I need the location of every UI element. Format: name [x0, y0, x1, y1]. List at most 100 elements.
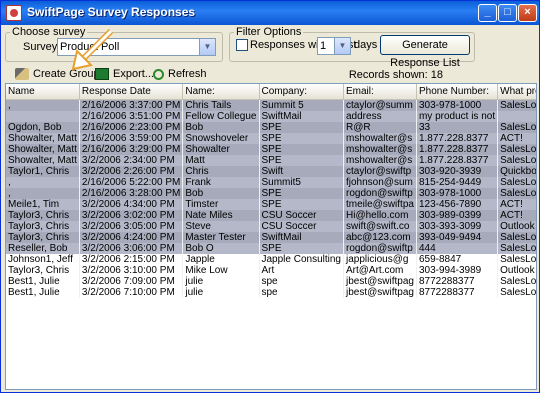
table-cell: Japple Consulting — [259, 253, 344, 265]
column-header[interactable]: Name — [6, 84, 80, 100]
maximize-button[interactable]: □ — [498, 4, 517, 22]
survey-select-value: Product Poll — [60, 41, 120, 53]
table-cell: SalesLogix, ACT! — [497, 187, 536, 199]
responses-table: Name Response Date Name: Company: Email: Phon… — [6, 84, 536, 298]
table-cell: Taylor3, Chris — [6, 231, 80, 243]
table-cell: 3/2/2006 3:10:00 PM — [79, 264, 184, 276]
table-cell: Japple — [182, 253, 260, 265]
table-cell: my product is not — [416, 110, 499, 122]
table-cell: 2/16/2006 3:37:00 PM — [79, 99, 184, 111]
table-cell: Showalter — [182, 143, 260, 155]
table-cell: Art — [259, 264, 344, 276]
table-cell: Timster — [182, 198, 260, 210]
table-row[interactable]: Ogdon, Bob 2/16/2006 2:23:00 PM Bob SPE R@R 3… — [6, 121, 536, 133]
table-cell: Taylor3, Chris — [6, 220, 80, 232]
survey-select[interactable]: Product Poll ▼ — [57, 38, 216, 56]
table-cell: 33 — [416, 121, 499, 133]
table-cell: 1.877.228.8377 — [416, 132, 499, 144]
table-row[interactable]: Showalter, Matt 3/2/2006 2:34:00 PM Matt SP… — [6, 154, 536, 166]
table-cell: rogdon@swiftp — [343, 187, 417, 199]
table-cell: 3/2/2006 2:34:00 PM — [79, 154, 184, 166]
column-header[interactable]: Response Date — [79, 84, 184, 100]
table-cell: SalesLogix, ACT! — [497, 121, 536, 133]
table-cell — [6, 110, 80, 122]
table-row[interactable]: Showalter, Matt 2/16/2006 3:29:00 PM Showa… — [6, 143, 536, 155]
column-header[interactable]: Email: — [343, 84, 417, 100]
table-cell: Johnson1, Jeff — [6, 253, 80, 265]
table-cell: mshowalter@s — [343, 154, 417, 166]
export-button[interactable]: Export... — [95, 65, 154, 83]
table-cell: rogdon@swiftp — [343, 242, 417, 254]
table-cell: Best1, Julie — [6, 286, 80, 298]
table-cell: jbest@swiftpag — [343, 275, 417, 287]
column-header[interactable]: Company: — [259, 84, 344, 100]
table-cell: SalesLogix — [497, 253, 536, 265]
table-cell: mshowalter@s — [343, 132, 417, 144]
table-row[interactable]: 2/16/2006 3:51:00 PM Fellow Collegue Swift… — [6, 110, 536, 122]
table-row[interactable]: Reseller, Bob 3/2/2006 3:06:00 PM Bob O SPE… — [6, 242, 536, 254]
table-cell: Taylor3, Chris — [6, 264, 80, 276]
table-cell: Summit5 — [259, 176, 344, 188]
table-row[interactable]: Taylor3, Chris 3/2/2006 3:02:00 PM Nate Mi… — [6, 209, 536, 221]
column-header[interactable]: Name: — [182, 84, 260, 100]
table-cell: Meile1, Tim — [6, 198, 80, 210]
table-cell — [497, 110, 536, 122]
responses-grid[interactable]: Name Response Date Name: Company: Email: Phon… — [5, 83, 537, 390]
table-cell: Master Tester — [182, 231, 260, 243]
title-bar[interactable]: SwiftPage Survey Responses _ □ × — [1, 1, 539, 25]
table-cell: 8772288377 — [416, 275, 499, 287]
choose-survey-legend: Choose survey — [12, 26, 86, 38]
table-cell: 2/16/2006 3:51:00 PM — [79, 110, 184, 122]
table-cell: tmeile@swiftpa — [343, 198, 417, 210]
table-cell: Best1, Julie — [6, 275, 80, 287]
table-header-row: Name Response Date Name: Company: Email: Phon… — [6, 84, 536, 100]
column-header[interactable]: Phone Number: — [416, 84, 499, 100]
table-cell: ACT! — [497, 198, 536, 210]
table-row[interactable]: Taylor3, Chris 3/2/2006 3:05:00 PM Steve CS… — [6, 220, 536, 232]
table-cell: 3/2/2006 2:26:00 PM — [79, 165, 184, 177]
column-header[interactable]: What products are you i... — [497, 84, 536, 100]
table-cell: Reseller, Bob — [6, 242, 80, 254]
refresh-icon — [153, 68, 164, 80]
table-cell: 3/2/2006 7:10:00 PM — [79, 286, 184, 298]
table-row[interactable]: Taylor1, Chris 3/2/2006 2:26:00 PM Chris Sw… — [6, 165, 536, 177]
table-cell: Snowshoveler — [182, 132, 260, 144]
table-cell: SalesLogix, ACT!, Outlook — [497, 286, 536, 298]
table-cell: mshowalter@s — [343, 143, 417, 155]
table-cell: SalesLogix, ACT!, Outlook — [497, 275, 536, 287]
table-cell: Taylor1, Chris — [6, 165, 80, 177]
generate-response-list-button[interactable]: Generate Response List — [380, 35, 470, 69]
table-row[interactable]: , 2/16/2006 5:22:00 PM Frank Summit5 fjohnso… — [6, 176, 536, 188]
chevron-down-icon[interactable]: ▼ — [199, 39, 215, 55]
table-cell: 444 — [416, 242, 499, 254]
close-button[interactable]: × — [518, 4, 537, 22]
table-cell: Taylor3, Chris — [6, 209, 80, 221]
table-row[interactable]: Meile1, Tim 3/2/2006 4:34:00 PM Timster SPE… — [6, 198, 536, 210]
minimize-button[interactable]: _ — [478, 4, 497, 22]
table-cell: abc@123.com — [343, 231, 417, 243]
table-cell: 3/2/2006 2:15:00 PM — [79, 253, 184, 265]
chevron-down-icon[interactable]: ▼ — [334, 38, 350, 54]
refresh-button[interactable]: Refresh — [153, 65, 207, 83]
table-cell: Nate Miles — [182, 209, 260, 221]
table-cell: 3/2/2006 4:24:00 PM — [79, 231, 184, 243]
table-row[interactable]: Best1, Julie 3/2/2006 7:10:00 PM julie spe j… — [6, 286, 536, 298]
table-row[interactable]: Best1, Julie 3/2/2006 7:09:00 PM julie spe j… — [6, 275, 536, 287]
table-cell: 123-456-7890 — [416, 198, 499, 210]
table-cell: Swift — [259, 165, 344, 177]
table-cell: SalesLogix, ACT! — [497, 242, 536, 254]
excel-icon — [95, 68, 109, 81]
table-row[interactable]: , 2/16/2006 3:37:00 PM Chris Tails Summit 5… — [6, 99, 536, 111]
table-row[interactable]: , 2/16/2006 3:28:00 PM Bob SPE rogdon@swiftp… — [6, 187, 536, 199]
days-select-value: 1 — [320, 40, 327, 52]
table-cell: SPE — [259, 187, 344, 199]
table-cell: ACT! — [497, 209, 536, 221]
table-row[interactable]: Taylor3, Chris 3/2/2006 4:24:00 PM Master … — [6, 231, 536, 243]
table-cell: 3/2/2006 3:06:00 PM — [79, 242, 184, 254]
responses-within-checkbox[interactable] — [236, 39, 248, 51]
table-row[interactable]: Taylor3, Chris 3/2/2006 3:10:00 PM Mike Lo… — [6, 264, 536, 276]
days-select[interactable]: 1 ▼ — [317, 37, 351, 55]
table-row[interactable]: Showalter, Matt 2/16/2006 3:59:00 PM Snows… — [6, 132, 536, 144]
table-row[interactable]: Johnson1, Jeff 3/2/2006 2:15:00 PM Japple J… — [6, 253, 536, 265]
table-cell: Ogdon, Bob — [6, 121, 80, 133]
